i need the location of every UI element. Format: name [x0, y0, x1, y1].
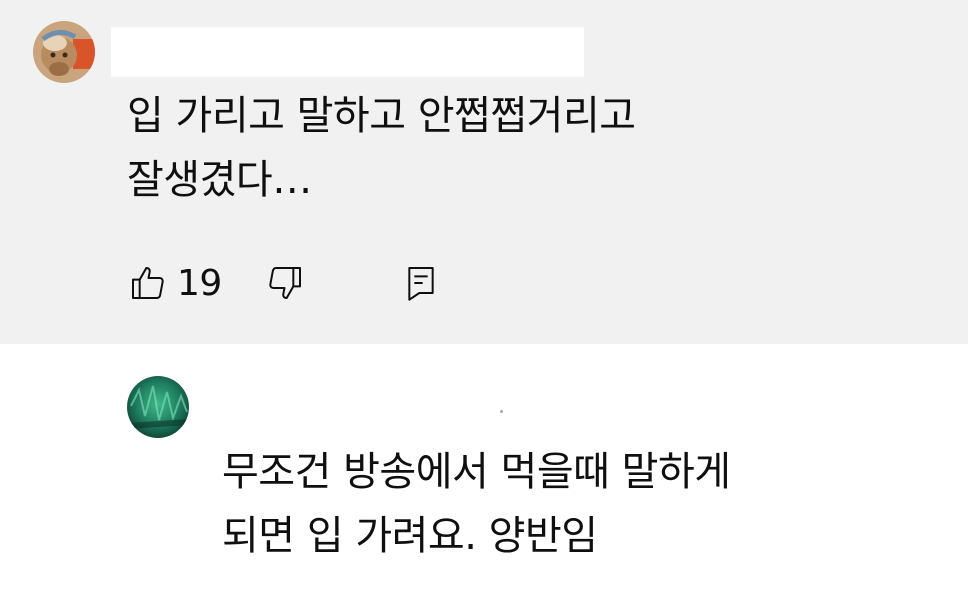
comment-line: 잘생겼다… [127, 157, 312, 203]
comment-thread-top: 입 가리고 말하고 안쩝쩝거리고 잘생겼다… 19 [0, 0, 968, 344]
reply-icon [408, 267, 434, 301]
like-count: 19 [177, 262, 222, 304]
like-button[interactable] [125, 256, 171, 310]
avatar[interactable] [33, 21, 95, 83]
avatar[interactable] [127, 376, 189, 438]
comment-line: 입 가리고 말하고 안쩝쩝거리고 [127, 93, 636, 139]
reply-comment-text: 무조건 방송에서 먹을때 말하게 되면 입 가려요. 양반임 [222, 440, 731, 568]
comment-text: 입 가리고 말하고 안쩝쩝거리고 잘생겼다… [127, 84, 636, 212]
thumbs-up-icon [132, 267, 164, 299]
thumbs-down-icon [269, 267, 301, 299]
comment-line: 무조건 방송에서 먹을때 말하게 [222, 449, 731, 495]
comment-line: 되면 입 가려요. 양반임 [222, 513, 598, 559]
author-name[interactable] [111, 27, 584, 77]
reply-button[interactable] [398, 256, 444, 310]
comment-actions: 19 [125, 256, 444, 310]
dislike-button[interactable] [262, 256, 308, 310]
divider-dot [500, 410, 503, 413]
